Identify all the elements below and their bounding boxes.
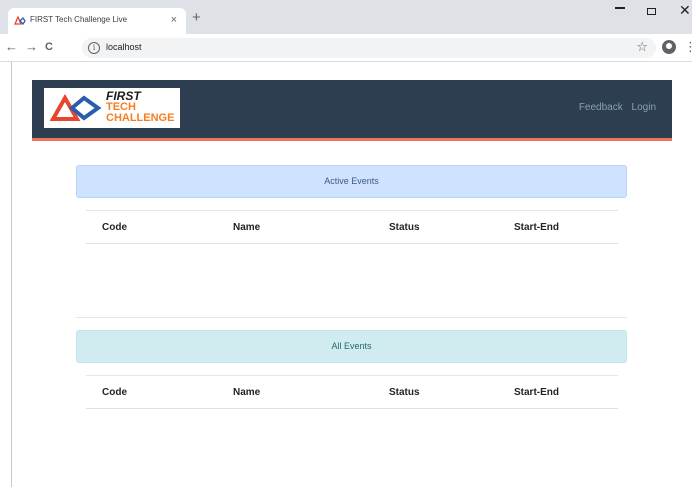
bookmark-star-icon[interactable]: ☆	[636, 40, 648, 54]
column-start-end: Start-End	[514, 387, 559, 398]
browser-tab[interactable]: FIRST Tech Challenge Live ×	[8, 8, 186, 34]
column-name: Name	[233, 387, 261, 398]
feedback-link[interactable]: Feedback	[579, 102, 623, 113]
site-info-icon[interactable]: i	[88, 42, 100, 54]
new-tab-icon[interactable]: +	[192, 10, 201, 25]
tab-title: FIRST Tech Challenge Live	[30, 15, 128, 24]
browser-tab-bar: FIRST Tech Challenge Live × + ✕	[0, 0, 692, 34]
ftc-logo[interactable]: FIRST TECH CHALLENGE	[44, 88, 180, 128]
section-divider	[76, 317, 627, 318]
window-maximize-icon[interactable]	[647, 8, 656, 15]
logo-line-challenge: CHALLENGE	[106, 112, 175, 124]
column-code: Code	[102, 387, 127, 398]
back-icon[interactable]: ←	[5, 40, 18, 54]
login-link[interactable]: Login	[632, 102, 656, 113]
ftc-logo-wordmark: FIRST TECH CHALLENGE	[106, 90, 175, 124]
tab-close-icon[interactable]: ×	[171, 13, 177, 27]
address-bar[interactable]: i localhost ☆	[82, 38, 656, 58]
all-events-header: All Events	[76, 330, 627, 363]
ftc-favicon-icon	[14, 15, 26, 26]
window-close-icon[interactable]: ✕	[679, 2, 691, 18]
url-text[interactable]: localhost	[106, 42, 142, 52]
viewport-edge	[11, 62, 12, 487]
active-events-header: Active Events	[76, 165, 627, 198]
active-events-table-head: Code Name Status Start-End	[86, 210, 618, 244]
header-nav: Feedback Login	[573, 102, 656, 113]
app-header: FIRST TECH CHALLENGE Feedback Login	[32, 80, 672, 141]
window-minimize-icon[interactable]	[615, 7, 625, 9]
column-name: Name	[233, 222, 261, 233]
all-events-table-head: Code Name Status Start-End	[86, 375, 618, 409]
forward-icon[interactable]: →	[25, 40, 38, 54]
column-code: Code	[102, 222, 127, 233]
column-status: Status	[389, 222, 420, 233]
reload-icon[interactable]: C	[45, 40, 53, 54]
profile-icon[interactable]	[662, 40, 676, 54]
browser-toolbar: ← → C i localhost ☆	[0, 34, 692, 62]
column-status: Status	[389, 387, 420, 398]
browser-menu-icon[interactable]: ⋮	[684, 40, 692, 54]
column-start-end: Start-End	[514, 222, 559, 233]
ftc-logo-icon	[50, 94, 102, 121]
